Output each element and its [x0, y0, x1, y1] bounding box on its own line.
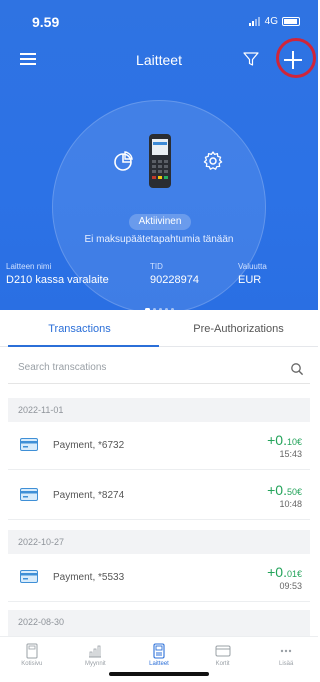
- bottom-nav-home[interactable]: Kotisivu: [0, 637, 64, 682]
- device-status-badge: Aktiivinen: [129, 214, 191, 230]
- search-input[interactable]: [18, 362, 278, 373]
- device-name-value: D210 kassa varalaite: [6, 274, 109, 286]
- transaction-row[interactable]: Payment, *8274 +0.50€ 10:48: [8, 472, 310, 520]
- bottom-nav-label: Lisää: [279, 661, 294, 667]
- tid-label: TID: [150, 262, 163, 271]
- transaction-label: Payment, *6732: [53, 440, 125, 451]
- search-bar: [8, 356, 310, 384]
- tab-bar: Transactions Pre-Authorizations: [0, 313, 318, 347]
- status-time: 9.59: [32, 14, 60, 30]
- signal-icon: [248, 17, 261, 26]
- highlight-circle: [276, 38, 316, 78]
- filter-icon[interactable]: [242, 50, 260, 68]
- card-icon: [20, 570, 38, 583]
- page-title: Laitteet: [136, 52, 182, 68]
- pie-chart-icon[interactable]: [112, 150, 134, 172]
- settings-gear-icon[interactable]: [202, 150, 224, 172]
- transaction-row[interactable]: Payment, *6732 +0.10€ 15:43: [8, 422, 310, 470]
- status-bar: 9.59 4G: [0, 14, 318, 32]
- transaction-amount: +0.10€: [267, 432, 302, 448]
- status-indicators: 4G: [248, 16, 300, 27]
- tab-pre-authorizations[interactable]: Pre-Authorizations: [159, 313, 318, 346]
- transaction-amount: +0.50€: [267, 482, 302, 498]
- no-transactions-today: Ei maksupäätetapahtumia tänään: [84, 234, 234, 245]
- home-icon: [26, 643, 38, 659]
- card-icon: [20, 488, 38, 501]
- payment-terminal-image: [149, 134, 171, 188]
- app-screen: 9.59 4G Laitteet Aktiivinen Ei maksupäät…: [0, 0, 318, 682]
- card-icon: [20, 438, 38, 451]
- nav-bar: Laitteet: [0, 44, 318, 76]
- sales-chart-icon: [89, 645, 102, 658]
- bottom-nav-label: Myynnit: [85, 661, 106, 667]
- more-icon: [280, 649, 292, 653]
- bottom-nav-more[interactable]: Lisää: [254, 637, 318, 682]
- transaction-row[interactable]: Payment, *5533 +0.01€ 09:53: [8, 554, 310, 602]
- date-header: 2022-11-01: [8, 398, 310, 422]
- home-indicator: [109, 672, 209, 676]
- tid-value: 90228974: [150, 274, 199, 286]
- device-header: 9.59 4G Laitteet Aktiivinen Ei maksupäät…: [0, 0, 318, 310]
- transaction-time: 10:48: [279, 499, 302, 509]
- transaction-label: Payment, *5533: [53, 572, 125, 583]
- currency-label: Valuutta: [238, 262, 267, 271]
- bottom-nav-label: Laitteet: [149, 661, 169, 667]
- transaction-amount: +0.01€: [267, 564, 302, 580]
- battery-icon: [282, 17, 300, 26]
- search-icon[interactable]: [290, 362, 304, 376]
- date-header: 2022-08-30: [8, 610, 310, 636]
- tab-transactions[interactable]: Transactions: [0, 313, 159, 347]
- network-type: 4G: [264, 16, 278, 27]
- bottom-nav-label: Kortit: [215, 661, 230, 667]
- transaction-time: 09:53: [279, 581, 302, 591]
- transaction-label: Payment, *8274: [53, 490, 125, 501]
- currency-value: EUR: [238, 274, 262, 286]
- card-icon: [215, 645, 231, 657]
- bottom-nav-label: Kotisivu: [21, 661, 43, 667]
- transaction-time: 15:43: [279, 449, 302, 459]
- date-header: 2022-10-27: [8, 530, 310, 554]
- device-icon: [153, 643, 165, 659]
- device-name-label: Laitteen nimi: [6, 262, 52, 271]
- page-indicator[interactable]: [0, 298, 318, 310]
